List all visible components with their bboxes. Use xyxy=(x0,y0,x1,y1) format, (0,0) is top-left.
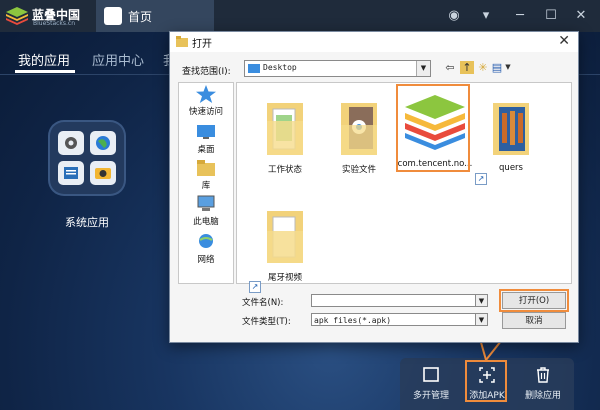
place-label: 网络 xyxy=(197,255,215,265)
filename-label: 文件名(N): xyxy=(242,298,284,308)
cancel-button[interactable]: 取消 xyxy=(502,312,566,329)
apk-file-highlight xyxy=(396,84,470,172)
chevron-down-icon[interactable]: ▼ xyxy=(475,294,488,307)
folder-icon xyxy=(267,211,303,263)
place-network[interactable]: 网络 xyxy=(179,233,233,269)
place-label: 库 xyxy=(201,181,211,191)
back-icon[interactable]: ⇦ xyxy=(443,61,457,74)
new-folder-icon[interactable]: ✳ xyxy=(476,61,490,74)
dialog-close-icon[interactable]: ✕ xyxy=(558,33,570,49)
file-name: 工作状态 xyxy=(267,165,302,175)
desktop-icon xyxy=(248,64,260,73)
open-button-highlight xyxy=(499,289,569,312)
computer-icon xyxy=(197,195,215,211)
file-item-experiment[interactable]: 实验文件 xyxy=(321,89,397,189)
filetype-label: 文件类型(T): xyxy=(242,317,291,327)
network-icon xyxy=(199,234,213,248)
filename-input[interactable] xyxy=(311,294,485,307)
place-label: 此电脑 xyxy=(193,217,219,227)
folder-icon xyxy=(341,103,377,155)
library-icon xyxy=(197,160,215,176)
places-bar: 快速访问 桌面 库 此电脑 网络 xyxy=(178,82,234,284)
chevron-down-icon: ▼ xyxy=(416,61,430,76)
up-folder-icon[interactable]: ↑ xyxy=(460,61,474,74)
dialog-title-bar: 打开 ✕ xyxy=(170,32,578,52)
shortcut-icon: ↗ xyxy=(475,173,487,185)
place-desktop[interactable]: 桌面 xyxy=(179,123,233,159)
chevron-down-icon[interactable]: ▼ xyxy=(475,313,488,326)
file-item-work-status[interactable]: 工作状态 xyxy=(247,89,323,189)
look-in-select[interactable]: Desktop ▼ xyxy=(244,60,431,77)
folder-icon xyxy=(493,103,529,155)
file-name: 实验文件 xyxy=(341,165,376,175)
place-library[interactable]: 库 xyxy=(179,159,233,195)
star-icon xyxy=(196,85,216,103)
filetype-select[interactable]: apk files(*.apk) xyxy=(311,313,485,326)
place-quick-access[interactable]: 快速访问 xyxy=(179,85,233,121)
place-this-pc[interactable]: 此电脑 xyxy=(179,195,233,231)
place-label: 快速访问 xyxy=(188,107,223,117)
dialog-title: 打开 xyxy=(192,39,212,50)
desktop-icon xyxy=(197,125,215,139)
folder-icon xyxy=(267,103,303,155)
folder-icon xyxy=(176,36,188,47)
view-dropdown-icon[interactable]: ▼ xyxy=(501,61,515,74)
shortcut-icon: ↗ xyxy=(249,281,261,293)
look-in-label: 查找范围(I): xyxy=(182,67,231,77)
bluestacks-window: 蓝叠中国 BlueStacks.cn 首页 ◉ ▾ ─ ☐ ✕ 我的应用 应用中… xyxy=(0,0,600,410)
look-in-value: Desktop xyxy=(263,63,297,72)
open-file-dialog: 打开 ✕ 查找范围(I): Desktop ▼ ⇦ ↑ ✳ ▤ ▼ 快速访问 桌… xyxy=(169,31,579,343)
file-name: quers xyxy=(499,163,523,173)
place-label: 桌面 xyxy=(197,145,215,155)
